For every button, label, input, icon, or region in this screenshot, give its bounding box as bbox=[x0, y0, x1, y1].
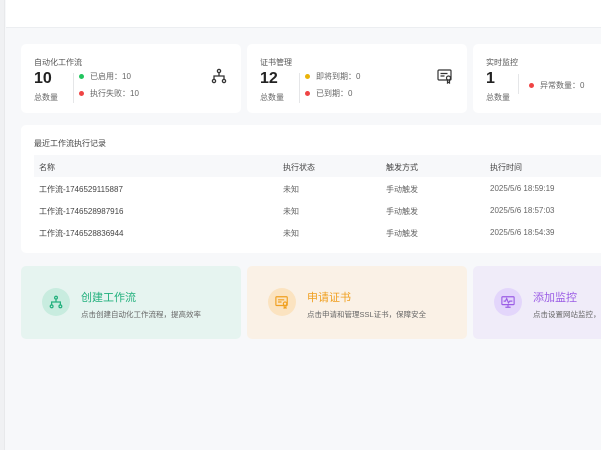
top-header bbox=[6, 0, 601, 28]
stat-item: 异常数量：0 bbox=[529, 80, 584, 91]
green-dot-icon bbox=[79, 74, 84, 79]
column-header-trigger: 触发方式 bbox=[386, 163, 418, 172]
action-description: 点击创建自动化工作流程，提高效率 bbox=[81, 310, 201, 319]
yellow-dot-icon bbox=[305, 74, 310, 79]
action-title: 添加监控 bbox=[533, 292, 577, 304]
cell-time: 2025/5/6 18:54:39 bbox=[490, 228, 555, 237]
stat-value: 12 bbox=[260, 70, 278, 87]
action-description: 点击申请和管理SSL证书，保障安全 bbox=[307, 310, 427, 319]
workflow-stat-card[interactable]: 自动化工作流 10 总数量 已启用：10 执行失败：10 bbox=[21, 44, 241, 113]
workflow-icon bbox=[42, 288, 70, 316]
action-title: 创建工作流 bbox=[81, 292, 136, 304]
cell-status: 未知 bbox=[283, 207, 299, 216]
create-workflow-button[interactable]: 创建工作流 点击创建自动化工作流程，提高效率 bbox=[21, 266, 241, 339]
action-description: 点击设置网站监控， bbox=[533, 310, 601, 319]
red-dot-icon bbox=[305, 91, 310, 96]
column-header-status: 执行状态 bbox=[283, 163, 315, 172]
column-header-time: 执行时间 bbox=[490, 163, 522, 172]
certificate-icon bbox=[437, 69, 452, 84]
stat-item-label: 即将到期：0 bbox=[316, 72, 361, 81]
workflow-icon bbox=[211, 68, 227, 84]
table-row[interactable]: 工作流-1746528987916 未知 手动触发 2025/5/6 18:57:03 bbox=[34, 199, 601, 221]
divider bbox=[73, 73, 74, 103]
stat-item: 已启用：10 bbox=[79, 71, 131, 82]
sidebar bbox=[0, 0, 5, 450]
recent-executions-card: 最近工作流执行记录 名称 执行状态 触发方式 执行时间 工作流-17465291… bbox=[21, 125, 601, 253]
stat-item: 执行失败：10 bbox=[79, 88, 139, 99]
cell-name: 工作流-1746528836944 bbox=[39, 229, 124, 238]
stat-count-label: 总数量 bbox=[260, 93, 284, 102]
cell-name: 工作流-1746528987916 bbox=[39, 207, 124, 216]
red-dot-icon bbox=[79, 91, 84, 96]
stat-count-label: 总数量 bbox=[486, 93, 510, 102]
certificate-icon bbox=[268, 288, 296, 316]
table-row[interactable]: 工作流-1746529115887 未知 手动触发 2025/5/6 18:59:19 bbox=[34, 177, 601, 199]
stat-value: 10 bbox=[34, 70, 52, 87]
section-title: 最近工作流执行记录 bbox=[34, 139, 106, 148]
cell-status: 未知 bbox=[283, 229, 299, 238]
divider bbox=[299, 73, 300, 103]
certificate-stat-card[interactable]: 证书管理 12 总数量 即将到期：0 已到期：0 bbox=[247, 44, 467, 113]
stat-title: 实时监控 bbox=[486, 58, 518, 67]
cell-time: 2025/5/6 18:59:19 bbox=[490, 184, 555, 193]
cell-time: 2025/5/6 18:57:03 bbox=[490, 206, 555, 215]
red-dot-icon bbox=[529, 83, 534, 88]
stat-item-label: 异常数量：0 bbox=[540, 81, 585, 90]
apply-certificate-button[interactable]: 申请证书 点击申请和管理SSL证书，保障安全 bbox=[247, 266, 467, 339]
stat-count-label: 总数量 bbox=[34, 93, 58, 102]
table-header: 名称 执行状态 触发方式 执行时间 bbox=[34, 155, 601, 177]
cell-trigger: 手动触发 bbox=[386, 207, 418, 216]
monitor-icon bbox=[494, 288, 522, 316]
cell-name: 工作流-1746529115887 bbox=[39, 185, 123, 194]
cell-status: 未知 bbox=[283, 185, 299, 194]
table-row[interactable]: 工作流-1746528836944 未知 手动触发 2025/5/6 18:54:39 bbox=[34, 221, 601, 243]
divider bbox=[518, 74, 519, 94]
stat-item-label: 已到期：0 bbox=[316, 89, 353, 98]
stat-title: 自动化工作流 bbox=[34, 58, 82, 67]
cell-trigger: 手动触发 bbox=[386, 229, 418, 238]
action-title: 申请证书 bbox=[307, 292, 351, 304]
add-monitor-button[interactable]: 添加监控 点击设置网站监控， bbox=[473, 266, 601, 339]
stat-item: 已到期：0 bbox=[305, 88, 352, 99]
cell-trigger: 手动触发 bbox=[386, 185, 418, 194]
stat-item-label: 执行失败：10 bbox=[90, 89, 139, 98]
monitor-stat-card[interactable]: 实时监控 1 总数量 异常数量：0 bbox=[473, 44, 601, 113]
stat-item-label: 已启用：10 bbox=[90, 72, 131, 81]
stat-title: 证书管理 bbox=[260, 58, 292, 67]
stat-item: 即将到期：0 bbox=[305, 71, 360, 82]
stat-value: 1 bbox=[486, 70, 495, 87]
column-header-name: 名称 bbox=[39, 163, 55, 172]
